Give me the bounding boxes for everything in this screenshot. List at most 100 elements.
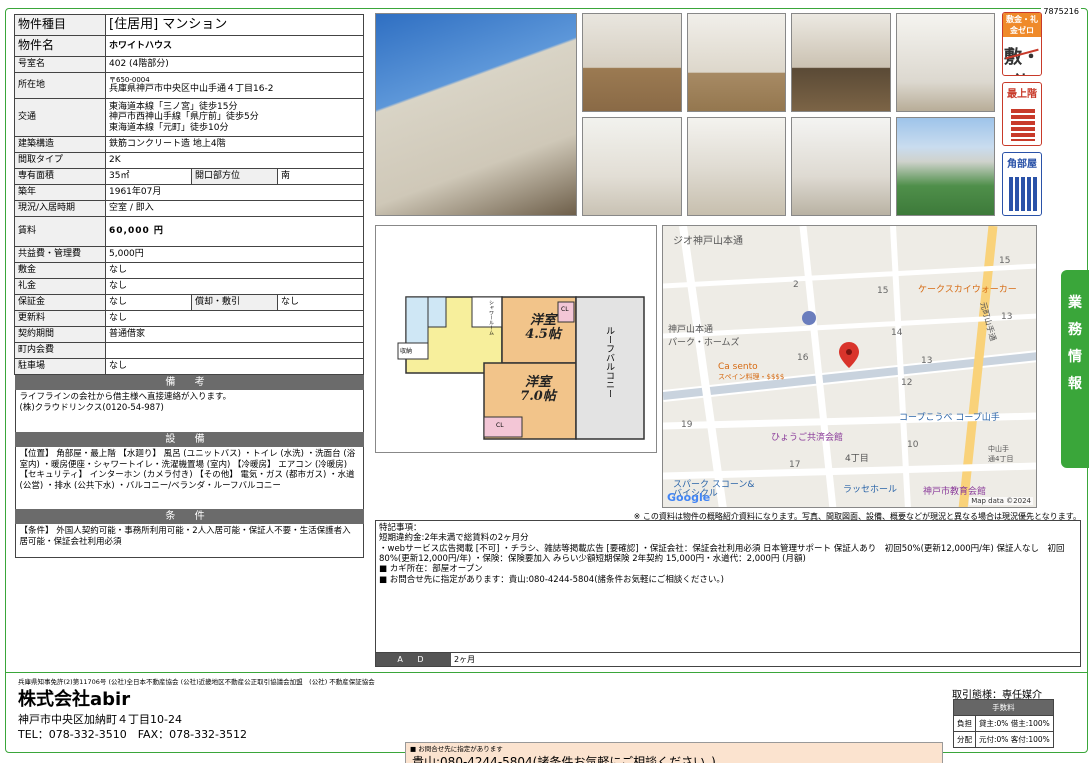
rent-label: 賃料: [14, 216, 106, 247]
ad-value: 2ヶ月: [454, 655, 476, 664]
guarantee-value: なし: [105, 294, 192, 311]
map-block-number: 13: [1001, 312, 1013, 322]
conditions-text: 【条件】 外国人契約可能・事務所利用可能・2人入居可能・保証人不要・生活保護者入…: [14, 524, 364, 558]
town-fee-value: [105, 342, 364, 359]
map-block-number: 15: [877, 286, 889, 296]
area-value: 35㎡: [105, 168, 192, 185]
closet-label: CL: [561, 306, 569, 313]
company-phone: TEL：078-332-3510 FAX：078-332-3512: [18, 728, 248, 741]
access-line: 神戸市西神山手線「県庁前」徒歩5分: [109, 112, 259, 123]
fee-header: 手数料: [953, 699, 1054, 716]
room-photo: [896, 13, 995, 112]
distribution-label: 分配: [953, 731, 976, 748]
ad-label: A D: [376, 653, 451, 666]
renewal-value: なし: [105, 310, 364, 327]
type-value: [住居用] マンション: [105, 14, 364, 36]
business-info-tab[interactable]: 業 務 情 報: [1061, 270, 1089, 468]
toilet-photo: [582, 117, 682, 216]
access-line: 東海道本線「元町」徒歩10分: [109, 122, 229, 133]
map-label-lasse: ラッセホール: [843, 485, 898, 495]
map-block-number: 14: [891, 328, 903, 338]
special-notes: 特記事項： 短期違約金:2年未満で総賃料の2ヶ月分 ・webサービス広告掲載 […: [375, 520, 1081, 667]
notes-title: 特記事項：: [379, 523, 422, 533]
notes-line: ■ カギ所在：部屋オープン: [379, 564, 483, 575]
room-photo: [582, 13, 682, 112]
fee-value: 5,000円: [105, 246, 364, 263]
storage-label: 収納: [400, 348, 413, 355]
direction-label: 開口部方位: [191, 168, 278, 185]
map-label-yamate: 中山手 通4丁目: [988, 445, 1014, 463]
floor-plan: 洋室 4.5帖 洋室 7.0帖 ルーフバルコニー シャワールーム 収納 CL C…: [375, 225, 657, 453]
map-label-coop: コープこうべ コープ山手: [899, 413, 1000, 423]
fee-label: 共益費・管理費: [14, 246, 106, 263]
intercom-photo: [791, 117, 891, 216]
map-block-number: 2: [793, 280, 799, 290]
access-value: 東海道本線「三ノ宮」徒歩15分 神戸市西神山手線「県庁前」徒歩5分 東海道本線「…: [105, 98, 364, 137]
parking-value: なし: [105, 358, 364, 375]
corner-room-badge-label: 角部屋: [1007, 159, 1037, 170]
map-label-cakes: ケークスカイウォーカー: [918, 285, 1017, 295]
corner-room-badge: 角部屋: [1002, 152, 1042, 216]
name-label: 物件名: [14, 35, 106, 57]
contract-label: 契約期間: [14, 326, 106, 343]
location-map[interactable]: ジオ神戸山本通 神戸山本通 パーク・ホームズ ケークスカイウォーカー Ca se…: [662, 225, 1037, 508]
guarantee-label: 保証金: [14, 294, 106, 311]
map-attribution: Map data ©2024: [969, 497, 1033, 505]
structure-label: 建築構造: [14, 136, 106, 153]
room-value: 402 (4階部分): [105, 56, 364, 73]
company-name: 株式会社abir: [18, 689, 131, 710]
equipment-text: 【位置】 角部屋・最上階 【水廻り】 風呂 (ユニットバス) ・トイレ (水洗)…: [14, 447, 364, 509]
built-label: 築年: [14, 184, 106, 201]
roof-balcony-label: ルーフバルコニー: [604, 326, 614, 398]
direction-value: 南: [277, 168, 364, 185]
room-label-western-7: 洋室 7.0帖: [520, 375, 556, 404]
amortization-label: 償却・敷引: [191, 294, 278, 311]
closet-label: CL: [496, 422, 504, 429]
building-icon: [1011, 109, 1035, 141]
map-block-number: 12: [901, 378, 913, 388]
fee-table: 手数料 負担 貸主:0% 借主:100% 分配 元付:0% 客付:100%: [953, 699, 1054, 748]
company-address: 神戸市中央区加納町４丁目10-24: [18, 713, 182, 726]
top-floor-badge-label: 最上階: [1007, 89, 1037, 100]
keymoney-label: 礼金: [14, 278, 106, 295]
remarks-box: ライフラインの会社から借主様へ直接連絡が入ります。 (株)クラウドリンクス(01…: [14, 390, 364, 432]
name-value: ホワイトハウス: [105, 35, 364, 57]
deposit-value: なし: [105, 262, 364, 279]
parking-label: 駐車場: [14, 358, 106, 375]
location-label: 所在地: [14, 72, 106, 99]
map-label-hyogo: ひょうご共済会館: [771, 433, 844, 443]
burden-value: 貸主:0% 借主:100%: [975, 715, 1054, 732]
address: 兵庫県神戸市中央区中山手通４丁目16-2: [109, 84, 274, 95]
contact-label: ■ お問合せ先に指定があります: [410, 745, 503, 753]
map-block-number: 16: [797, 353, 809, 363]
keymoney-value: なし: [105, 278, 364, 295]
conditions-header: 条 件: [14, 509, 364, 524]
contact-value: 貴山:080-4244-5804(諸条件お気軽にご相談ください。): [412, 755, 716, 763]
burden-label: 負担: [953, 715, 976, 732]
renewal-label: 更新料: [14, 310, 106, 327]
remarks-header: 備 考: [14, 375, 364, 390]
room-label: 号室名: [14, 56, 106, 73]
no-deposit-badge: 敷金・礼金ゼロ 敷・礼: [1002, 12, 1042, 76]
map-label-gio: ジオ神戸山本通: [673, 236, 743, 247]
town-fee-label: 町内会費: [14, 342, 106, 359]
shower-room-label: シャワールーム: [488, 300, 494, 335]
layout-value: 2K: [105, 152, 364, 169]
no-deposit-badge-top: 敷金・礼金ゼロ: [1003, 13, 1041, 37]
map-block-number: 13: [921, 356, 933, 366]
property-table: 物件種目 [住居用] マンション 物件名 ホワイトハウス 号室名 402 (4階…: [14, 14, 364, 558]
equipment-header: 設 備: [14, 432, 364, 447]
rent-value: 60,000 円: [105, 216, 364, 247]
type-label: 物件種目: [14, 14, 106, 36]
access-label: 交通: [14, 98, 106, 137]
status-value: 空室 / 即入: [105, 200, 364, 217]
room-label-western-4-5: 洋室 4.5帖: [525, 313, 561, 342]
map-block-number: 19: [681, 420, 693, 430]
building-exterior-photo: [375, 13, 577, 216]
access-line: 東海道本線「三ノ宮」徒歩15分: [109, 101, 238, 112]
no-deposit-badge-mark: 敷・礼: [1003, 43, 1041, 75]
map-block-number: 10: [907, 440, 919, 450]
amortization-value: なし: [277, 294, 364, 311]
contract-value: 普通借家: [105, 326, 364, 343]
notes-line: ・webサービス広告掲載 [不可] ・チラシ、雑誌等掲載広告 [要確認] ・保証…: [379, 543, 1065, 565]
